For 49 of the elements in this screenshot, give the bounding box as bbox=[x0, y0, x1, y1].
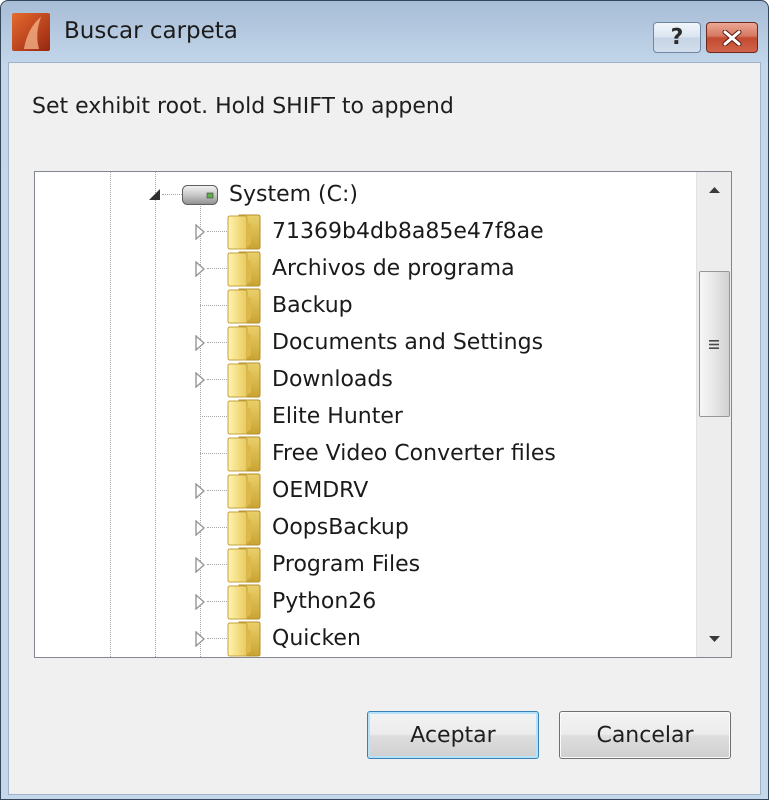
tree-item[interactable]: Python26 bbox=[226, 582, 380, 620]
folder-icon bbox=[227, 288, 261, 324]
folder-icon bbox=[227, 584, 261, 620]
tree-item[interactable]: 71369b4db8a85e47f8ae bbox=[226, 212, 548, 250]
close-icon bbox=[722, 30, 742, 46]
instruction-text: Set exhibit root. Hold SHIFT to append bbox=[31, 93, 455, 121]
expand-triangle-icon[interactable] bbox=[195, 372, 205, 388]
expand-triangle-icon[interactable] bbox=[195, 334, 205, 350]
expand-triangle-icon[interactable] bbox=[195, 224, 205, 240]
tree-item[interactable]: Free Video Converter files bbox=[226, 434, 560, 472]
scrollbar-thumb[interactable] bbox=[698, 271, 730, 417]
expand-triangle-icon[interactable] bbox=[195, 482, 205, 498]
folder-icon bbox=[227, 620, 261, 656]
tree-item[interactable]: Program Files bbox=[226, 546, 424, 584]
tree-item[interactable]: OEMDRV bbox=[226, 472, 372, 510]
grip-icon bbox=[709, 340, 719, 348]
vertical-scrollbar[interactable] bbox=[696, 172, 731, 657]
folder-icon bbox=[227, 324, 261, 360]
expand-triangle-icon[interactable] bbox=[195, 594, 205, 610]
tree-item[interactable]: Quicken bbox=[226, 620, 365, 657]
tree-item[interactable]: Elite Hunter bbox=[226, 398, 407, 436]
folder-icon bbox=[227, 362, 261, 398]
tree-item[interactable]: System (C:) bbox=[181, 177, 362, 212]
ok-button[interactable]: Aceptar bbox=[367, 711, 539, 759]
cancel-button[interactable]: Cancelar bbox=[559, 711, 731, 759]
app-icon bbox=[12, 12, 50, 50]
tree-item[interactable]: Downloads bbox=[226, 360, 397, 398]
expand-triangle-icon[interactable] bbox=[195, 556, 205, 572]
expand-triangle-icon[interactable] bbox=[195, 630, 205, 646]
help-button[interactable]: ? bbox=[653, 22, 701, 53]
up-arrow-icon bbox=[708, 187, 720, 193]
folder-icon bbox=[227, 214, 261, 250]
down-arrow-icon bbox=[708, 636, 720, 642]
collapse-triangle-icon[interactable] bbox=[149, 189, 160, 200]
window-title: Buscar carpeta bbox=[64, 17, 238, 46]
close-button[interactable] bbox=[706, 22, 758, 53]
folder-icon bbox=[227, 546, 261, 582]
folder-icon bbox=[227, 472, 261, 508]
tree-item[interactable]: Documents and Settings bbox=[226, 324, 548, 362]
tree-item[interactable]: Backup bbox=[226, 286, 357, 324]
folder-icon bbox=[227, 436, 261, 472]
tree-item[interactable]: OopsBackup bbox=[226, 508, 413, 546]
folder-icon bbox=[227, 510, 261, 546]
expand-triangle-icon[interactable] bbox=[195, 260, 205, 276]
folder-icon bbox=[227, 398, 261, 434]
expand-triangle-icon[interactable] bbox=[195, 520, 205, 536]
drive-icon bbox=[182, 184, 218, 204]
folder-icon bbox=[227, 250, 261, 286]
tree-item[interactable]: Archivos de programa bbox=[226, 250, 519, 288]
